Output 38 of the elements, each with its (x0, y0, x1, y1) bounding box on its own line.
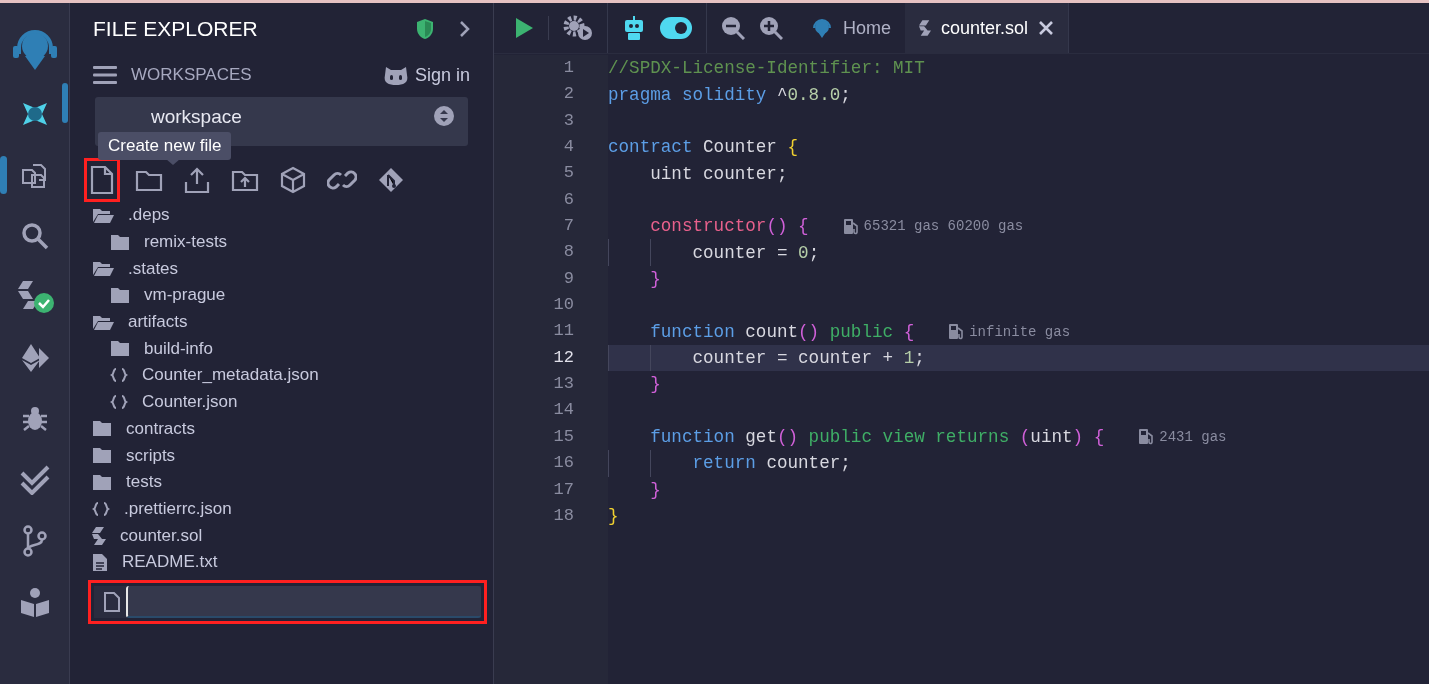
workspaces-label: WORKSPACES (131, 65, 253, 85)
line-number: 7 (562, 215, 575, 238)
code-line: function count() public { (650, 321, 915, 342)
code-line: } (608, 506, 619, 526)
line-number: 4 (562, 136, 575, 159)
code-line: counter = 0; (692, 242, 820, 263)
code-line: counter = counter + 1; (692, 347, 925, 368)
code-line: function get() public view returns (uint) { (650, 427, 1105, 447)
gas-estimate: infinite gas (969, 323, 1071, 340)
line-number: 14 (552, 399, 575, 422)
code-line: pragma solidity ^0.8.0; (608, 84, 851, 105)
gas-estimate: 65321 gas 60200 gas (863, 218, 1024, 235)
line-number: 3 (562, 109, 575, 132)
line-number: 15 (552, 425, 575, 448)
panel-title: FILE EXPLORER (93, 17, 259, 41)
line-number: 16 (552, 452, 575, 475)
line-number: 6 (562, 188, 575, 211)
line-number: 5 (562, 162, 575, 185)
code-line: } (650, 268, 661, 289)
code-line: //SPDX-License-Identifier: MIT (608, 58, 925, 79)
line-number: 17 (552, 478, 575, 501)
line-number: 9 (562, 267, 575, 290)
code-line: return counter; (692, 453, 851, 474)
line-number: 8 (562, 241, 575, 264)
code-line: contract Counter { (608, 137, 799, 158)
line-number: 1 (562, 57, 575, 79)
code-line: } (650, 479, 661, 500)
gas-estimate: 2431 gas (1159, 429, 1227, 445)
code-line: constructor() { (650, 216, 809, 237)
code-line: } (650, 374, 661, 395)
line-number: 11 (552, 320, 575, 343)
line-number: 13 (552, 373, 575, 396)
line-number: 10 (552, 294, 575, 317)
line-number: 18 (552, 504, 575, 527)
line-number: 2 (562, 83, 575, 106)
line-number: 12 (552, 346, 575, 369)
tooltip: Create new file (98, 132, 232, 160)
code-line: uint counter; (650, 163, 788, 184)
